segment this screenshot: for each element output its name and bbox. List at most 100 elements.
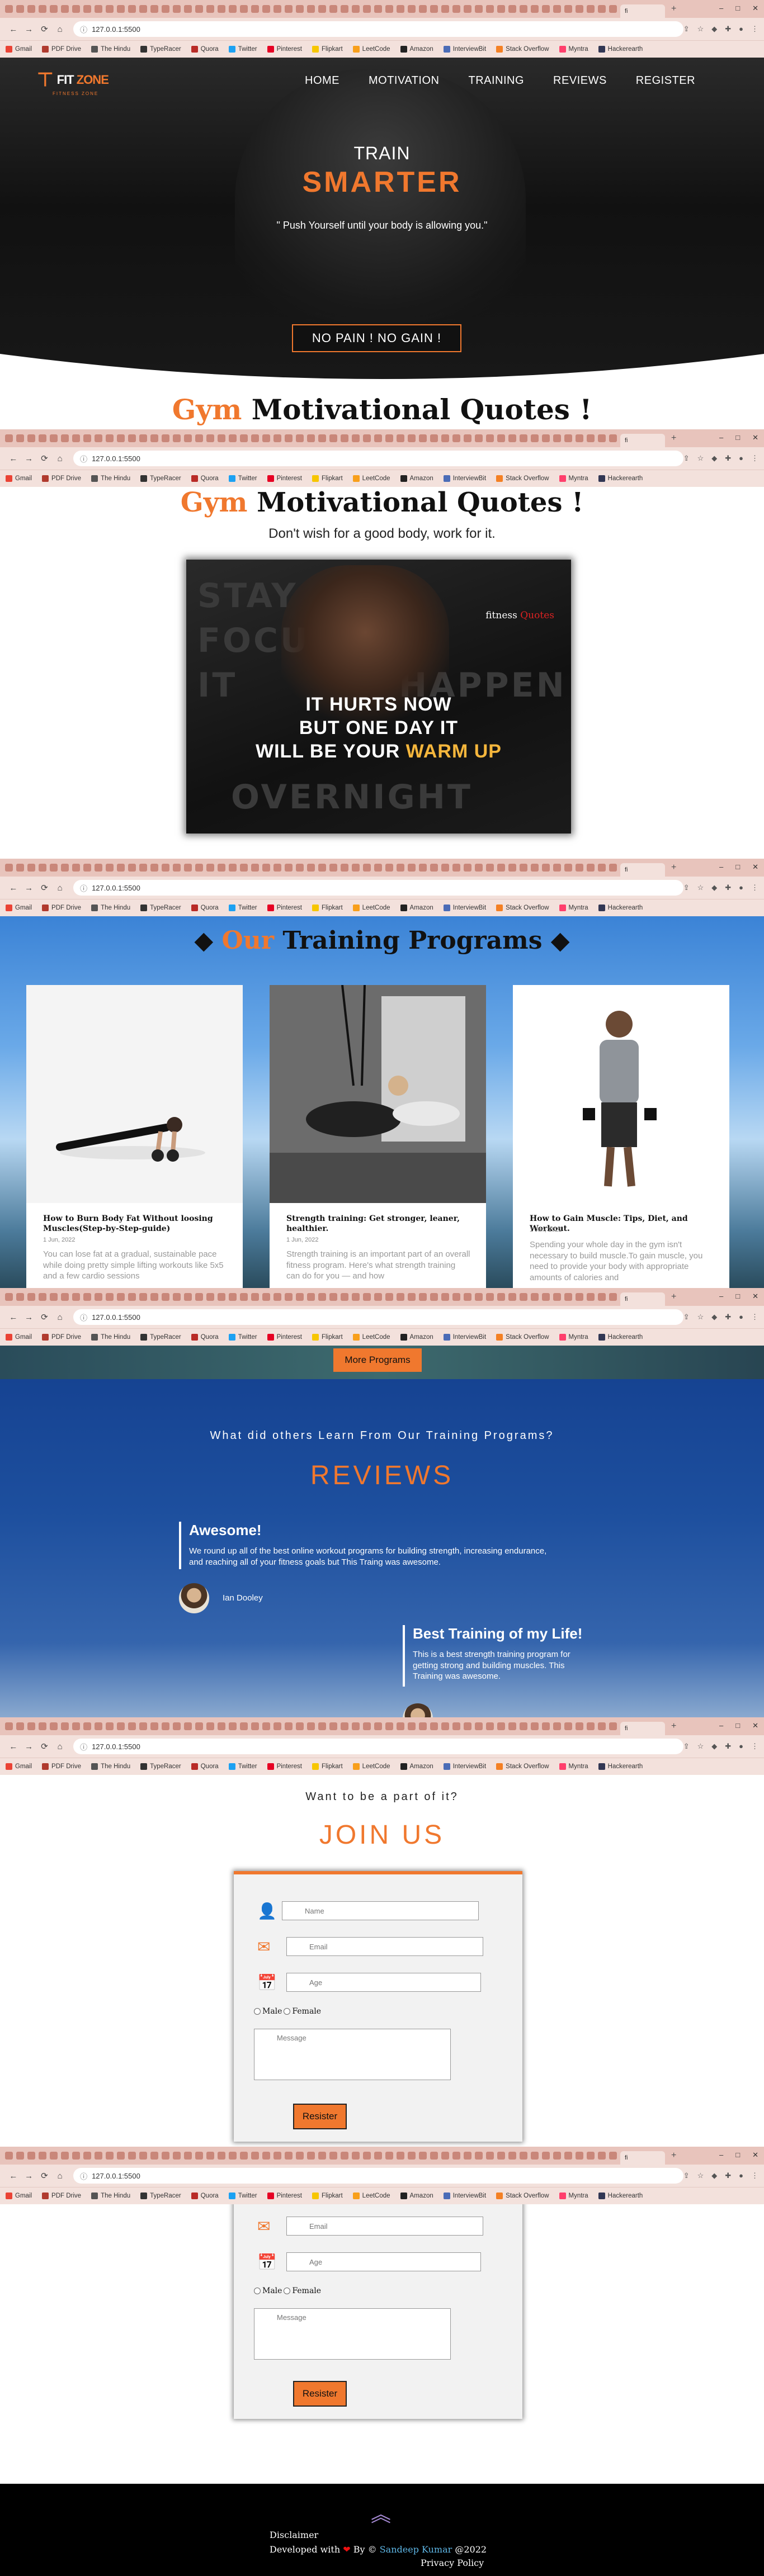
register-button[interactable]: Resister: [293, 2381, 347, 2407]
browser-tab[interactable]: [441, 1293, 449, 1301]
forward-icon[interactable]: →: [21, 454, 37, 463]
bookmark-item[interactable]: PDF Drive: [42, 905, 81, 911]
browser-tab[interactable]: [564, 1293, 572, 1301]
browser-tab[interactable]: [564, 5, 572, 13]
bookmark-item[interactable]: LeetCode: [352, 475, 390, 482]
browser-tab[interactable]: [117, 2152, 125, 2160]
browser-tab[interactable]: [5, 1293, 13, 1301]
reload-icon[interactable]: ⟳: [37, 1312, 53, 1322]
extension-icon[interactable]: ◆: [711, 25, 717, 34]
browser-tab[interactable]: [16, 1722, 24, 1730]
bookmark-item[interactable]: Hackerearth: [598, 1334, 643, 1341]
minimize-icon[interactable]: –: [719, 4, 723, 13]
bookmark-item[interactable]: Flipkart: [312, 1334, 343, 1341]
browser-tab[interactable]: [184, 5, 192, 13]
browser-tab[interactable]: [520, 434, 527, 442]
browser-tab[interactable]: [452, 2152, 460, 2160]
browser-tab[interactable]: [72, 1722, 80, 1730]
browser-tab[interactable]: [173, 864, 181, 872]
browser-tab[interactable]: [173, 434, 181, 442]
disclaimer-link[interactable]: Disclaimer: [270, 2530, 318, 2540]
browser-tab[interactable]: [240, 2152, 248, 2160]
puzzle-icon[interactable]: ✚: [725, 25, 731, 34]
browser-tab[interactable]: [508, 434, 516, 442]
browser-tab[interactable]: [229, 434, 237, 442]
browser-tab[interactable]: [251, 864, 259, 872]
browser-tab[interactable]: [385, 864, 393, 872]
profile-icon[interactable]: ●: [739, 1742, 743, 1751]
browser-tab[interactable]: [475, 2152, 483, 2160]
browser-tab[interactable]: [341, 1722, 348, 1730]
browser-tab[interactable]: [95, 864, 102, 872]
browser-tab[interactable]: [475, 864, 483, 872]
bookmark-item[interactable]: Gmail: [6, 905, 32, 911]
browser-tab[interactable]: [531, 2152, 539, 2160]
new-tab-button[interactable]: +: [671, 433, 676, 443]
browser-tab[interactable]: [397, 1722, 404, 1730]
close-icon[interactable]: ✕: [752, 1721, 758, 1730]
browser-tab[interactable]: [27, 864, 35, 872]
new-tab-button[interactable]: +: [671, 1721, 676, 1731]
browser-tab[interactable]: [218, 2152, 225, 2160]
browser-tab[interactable]: [251, 1293, 259, 1301]
browser-tab[interactable]: [374, 434, 382, 442]
extension-icon[interactable]: ◆: [711, 2171, 717, 2180]
browser-tab[interactable]: [430, 5, 438, 13]
bookmark-item[interactable]: Stack Overflow: [496, 1763, 549, 1770]
browser-tab[interactable]: [363, 1722, 371, 1730]
browser-tab[interactable]: [195, 434, 203, 442]
browser-tab[interactable]: [240, 434, 248, 442]
browser-tab[interactable]: [16, 434, 24, 442]
browser-tab[interactable]: [39, 1293, 46, 1301]
reload-icon[interactable]: ⟳: [37, 1741, 53, 1751]
browser-tab[interactable]: [128, 5, 136, 13]
browser-tab[interactable]: [296, 1722, 304, 1730]
bookmark-item[interactable]: Hackerearth: [598, 46, 643, 53]
browser-tab[interactable]: [609, 5, 617, 13]
browser-tab[interactable]: [542, 864, 550, 872]
bookmark-item[interactable]: Gmail: [6, 475, 32, 482]
menu-icon[interactable]: ⋮: [751, 883, 758, 892]
bookmark-item[interactable]: The Hindu: [91, 1763, 130, 1770]
browser-tab[interactable]: [173, 1722, 181, 1730]
browser-tab[interactable]: [576, 5, 583, 13]
browser-tab[interactable]: [497, 5, 505, 13]
bookmark-item[interactable]: The Hindu: [91, 46, 130, 53]
browser-tab[interactable]: [5, 1722, 13, 1730]
site-info-icon[interactable]: ⓘ: [80, 453, 87, 464]
browser-tab[interactable]: [206, 434, 214, 442]
browser-tab[interactable]: [430, 434, 438, 442]
site-info-icon[interactable]: ⓘ: [80, 24, 87, 35]
browser-tab[interactable]: [329, 1293, 337, 1301]
browser-tab[interactable]: [374, 2152, 382, 2160]
browser-tab[interactable]: [206, 1293, 214, 1301]
bookmark-item[interactable]: The Hindu: [91, 475, 130, 482]
browser-tab[interactable]: [385, 1293, 393, 1301]
back-icon[interactable]: ←: [6, 883, 21, 893]
minimize-icon[interactable]: –: [719, 863, 723, 872]
back-icon[interactable]: ←: [6, 25, 21, 34]
bookmark-star-icon[interactable]: ☆: [697, 454, 704, 463]
browser-tab[interactable]: [430, 2152, 438, 2160]
browser-tab[interactable]: [262, 2152, 270, 2160]
browser-tab[interactable]: [609, 434, 617, 442]
browser-tab[interactable]: [16, 2152, 24, 2160]
forward-icon[interactable]: →: [21, 1742, 37, 1751]
browser-tab[interactable]: [486, 5, 494, 13]
bookmark-item[interactable]: LeetCode: [352, 1334, 390, 1341]
browser-tab[interactable]: [419, 434, 427, 442]
browser-tab[interactable]: [128, 2152, 136, 2160]
browser-tab[interactable]: [352, 434, 360, 442]
browser-tab[interactable]: [39, 434, 46, 442]
browser-tab[interactable]: [296, 2152, 304, 2160]
browser-tab[interactable]: [218, 5, 225, 13]
home-icon[interactable]: ⌂: [52, 25, 68, 34]
browser-tab[interactable]: [39, 5, 46, 13]
browser-tab[interactable]: [397, 434, 404, 442]
browser-tab[interactable]: [486, 434, 494, 442]
browser-tab[interactable]: [50, 5, 58, 13]
bookmark-item[interactable]: Stack Overflow: [496, 46, 549, 53]
browser-tab[interactable]: [397, 5, 404, 13]
reload-icon[interactable]: ⟳: [37, 883, 53, 893]
browser-tab[interactable]: [408, 434, 416, 442]
